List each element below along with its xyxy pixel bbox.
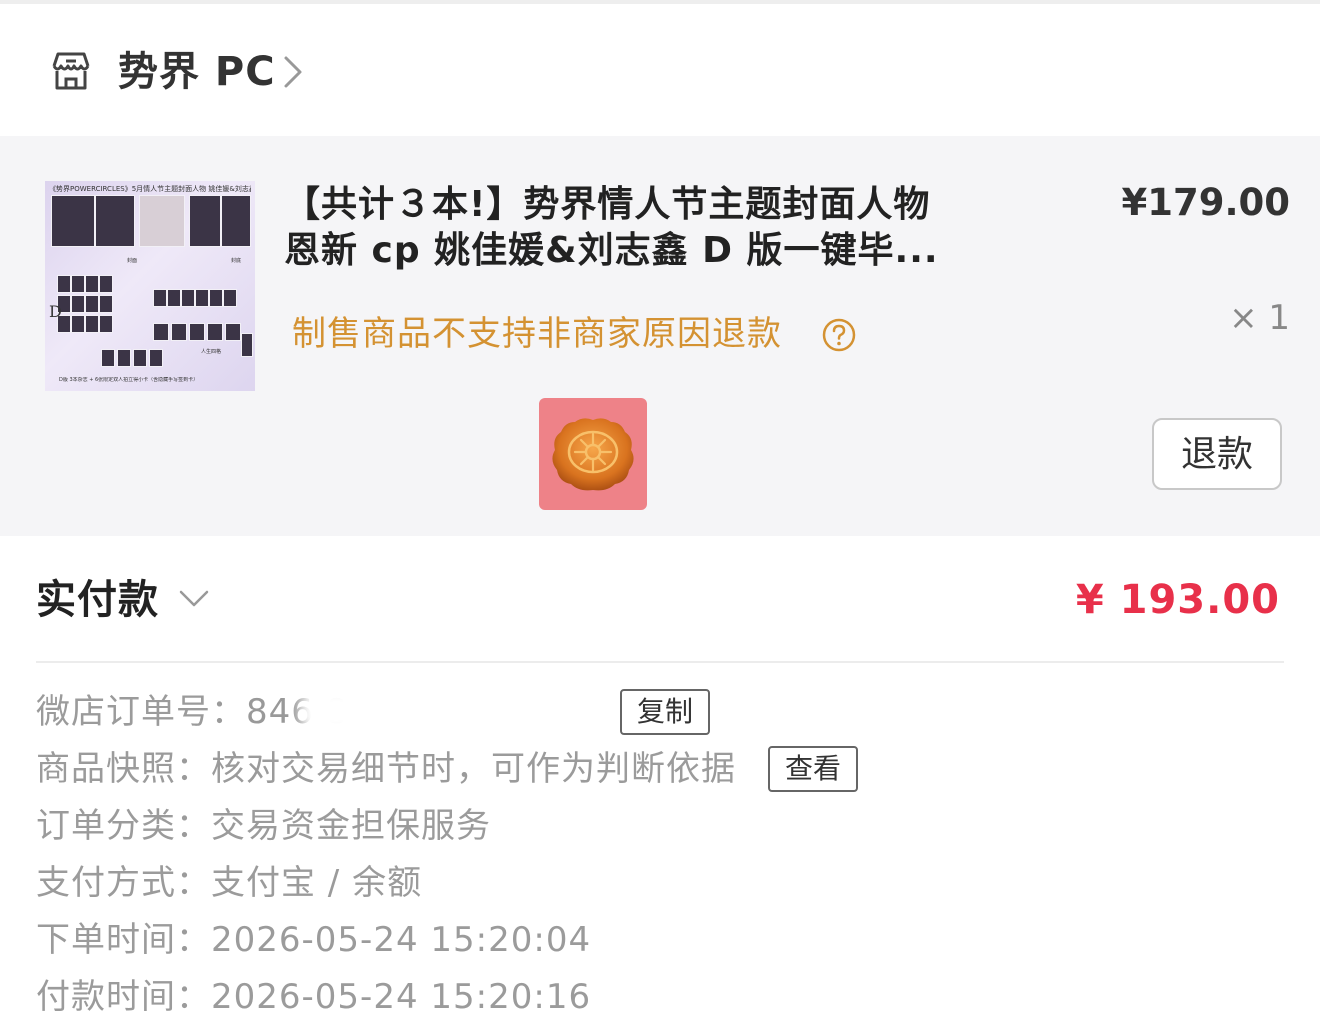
paid-amount-label[interactable]: 实付款 (36, 576, 159, 624)
copy-button[interactable]: 复制 (620, 689, 710, 735)
thumbnail-card (71, 295, 85, 313)
help-circle-icon[interactable] (822, 318, 856, 352)
thumbnail-card (171, 323, 187, 341)
thumbnail-card (133, 349, 147, 367)
thumbnail-card (57, 275, 71, 293)
thumbnail-card (195, 289, 209, 307)
thumbnail-photo (189, 195, 221, 247)
pay-method-row: 支付方式：支付宝 / 余额 (36, 857, 422, 909)
view-snapshot-button[interactable]: 查看 (768, 746, 858, 792)
chevron-down-icon[interactable] (178, 588, 210, 610)
thumbnail-card (209, 289, 223, 307)
refund-button[interactable]: 退款 (1152, 418, 1282, 490)
thumbnail-version: D (49, 302, 62, 321)
category-row: 订单分类：交易资金担保服务 (36, 800, 491, 852)
thumbnail-card (85, 315, 99, 333)
thumbnail-card (223, 289, 237, 307)
pay-time-row: 付款时间：2026-05-24 15:20:16 (36, 971, 591, 1023)
thumbnail-card (101, 349, 115, 367)
thumbnail-card (189, 323, 205, 341)
shop-header[interactable]: 势界 PC (0, 4, 1320, 136)
thumbnail-photo (51, 195, 95, 247)
snapshot-row: 商品快照：核对交易细节时，可作为判断依据 (36, 743, 736, 795)
thumbnail-card (71, 315, 85, 333)
thumbnail-card (241, 333, 253, 357)
paid-amount-value: ¥ 193.00 (1075, 577, 1280, 623)
category-value: 交易资金担保服务 (211, 806, 491, 846)
product-price: ¥179.00 (1121, 181, 1290, 224)
thumbnail-card (167, 289, 181, 307)
thumbnail-card (117, 349, 131, 367)
mooncake-icon (552, 418, 634, 491)
product-title[interactable]: 【共计３本!】势界情人节主题封面人物恩新 cp 姚佳媛&刘志鑫 D 版一键毕..… (284, 182, 944, 274)
order-time-value: 2026-05-24 15:20:04 (211, 920, 592, 960)
pay-time-value: 2026-05-24 15:20:16 (211, 977, 592, 1017)
order-time-label: 下单时间： (36, 920, 211, 960)
thumbnail-card (99, 295, 113, 313)
snapshot-value: 核对交易细节时，可作为判断依据 (211, 749, 736, 789)
store-icon (52, 52, 90, 90)
pay-method-value: 支付宝 / 余额 (211, 863, 423, 903)
mooncake-emoji-tile (539, 398, 647, 510)
thumbnail-cover-label: 封面 (127, 258, 138, 264)
thumbnail-back-label: 封底 (231, 258, 242, 264)
snapshot-label: 商品快照： (36, 749, 211, 789)
thumbnail-card (85, 295, 99, 313)
thumbnail-card (99, 275, 113, 293)
thumbnail-card (225, 323, 241, 341)
order-time-row: 下单时间：2026-05-24 15:20:04 (36, 914, 591, 966)
thumbnail-card (181, 289, 195, 307)
redaction-blur (300, 688, 590, 734)
thumbnail-photo (95, 195, 135, 247)
return-policy-note: 制售商品不支持非商家原因退款 (292, 314, 782, 354)
shop-name[interactable]: 势界 PC (118, 48, 276, 96)
thumbnail-card (207, 323, 223, 341)
thumbnail-photo (221, 195, 251, 247)
thumbnail-photo (139, 195, 185, 247)
thumbnail-card (85, 275, 99, 293)
order-number-label: 微店订单号： (36, 692, 246, 732)
product-quantity: × 1 (1229, 298, 1290, 338)
thumbnail-card (71, 275, 85, 293)
divider (36, 661, 1284, 663)
thumbnail-card (153, 289, 167, 307)
thumbnail-card-shots: 人生四格 (201, 349, 222, 355)
thumbnail-bottom-note: D版 3本杂志 + 6张限定双人拍立得小卡（含隐藏手写签到卡） (59, 377, 199, 383)
product-thumbnail[interactable]: 《势界POWERCIRCLES》5月情人节主题封面人物 姚佳媛&刘志鑫 封面 封… (45, 181, 255, 391)
pay-time-label: 付款时间： (36, 977, 211, 1017)
thumbnail-card (153, 323, 169, 341)
category-label: 订单分类： (36, 806, 211, 846)
thumbnail-card (149, 349, 163, 367)
thumbnail-card (99, 315, 113, 333)
pay-method-label: 支付方式： (36, 863, 211, 903)
chevron-right-icon[interactable] (282, 54, 304, 90)
thumbnail-caption: 《势界POWERCIRCLES》5月情人节主题封面人物 姚佳媛&刘志鑫 (49, 185, 251, 193)
product-card: 《势界POWERCIRCLES》5月情人节主题封面人物 姚佳媛&刘志鑫 封面 封… (0, 136, 1320, 536)
